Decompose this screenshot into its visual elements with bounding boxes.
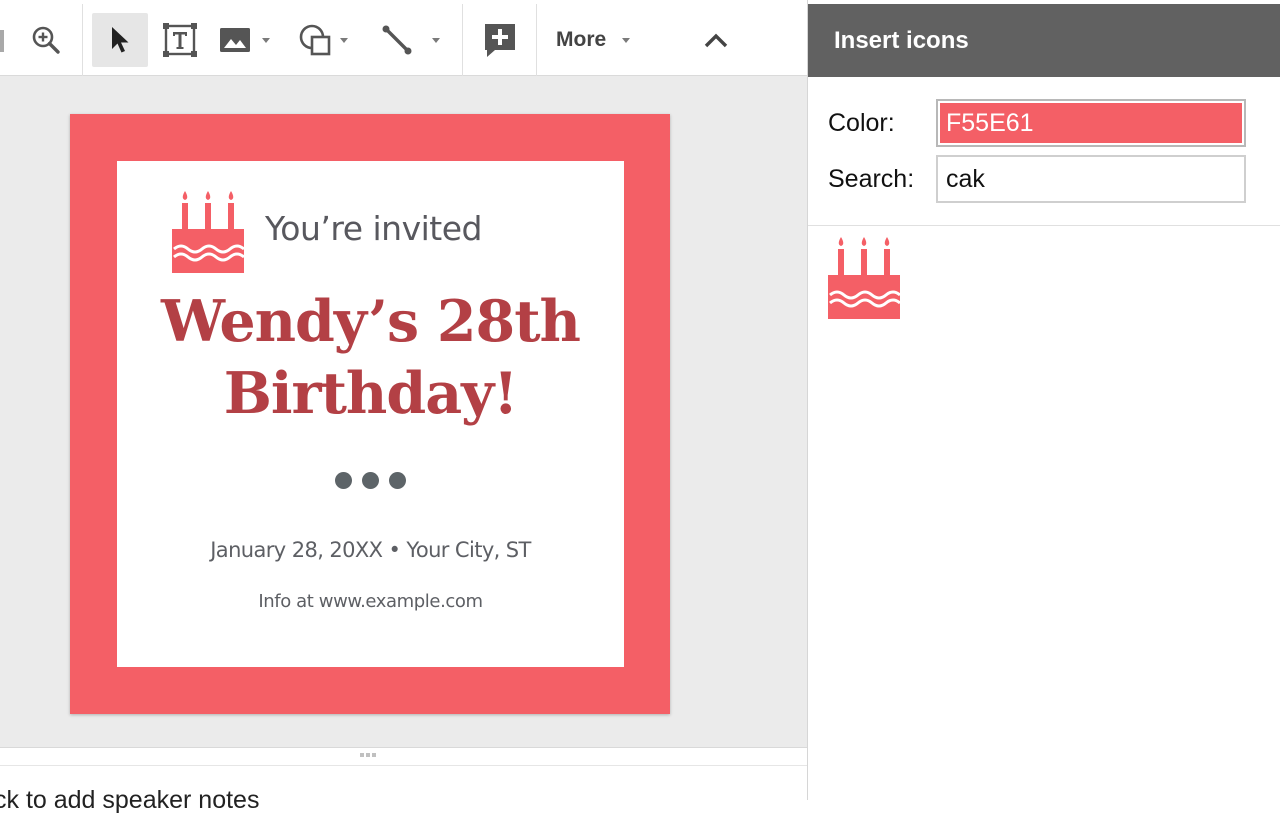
line-icon [380,23,414,57]
title-line-1: Wendy’s 28th [160,288,581,355]
search-input[interactable] [936,155,1246,203]
shape-dropdown-caret-icon [340,37,348,43]
text-box-button[interactable] [156,13,204,67]
collapse-toolbar-button[interactable] [690,13,742,67]
notes-resize-handle[interactable] [360,753,376,757]
add-comment-icon [483,22,517,58]
notes-divider [0,747,807,748]
image-button[interactable] [212,13,282,67]
image-icon [218,25,252,55]
color-label: Color: [828,109,895,137]
birthday-cake-icon[interactable] [828,237,901,324]
search-label: Search: [828,165,915,193]
title-line-2: Birthday! [223,360,519,427]
shape-icon [298,23,332,57]
toolbar-separator [536,4,537,76]
dot [335,472,352,489]
line-dropdown-caret-icon [432,37,440,43]
toolbar-separator [82,4,83,76]
slide-content-area: You’re invited Wendy’s 28th Birthday! Ja… [117,161,624,667]
add-comment-button[interactable] [474,13,526,67]
image-dropdown-caret-icon [262,37,270,43]
decorative-dots [335,472,406,489]
zoom-button[interactable] [18,13,74,67]
more-dropdown-caret-icon [622,37,631,43]
toolbar-left-edge [0,30,4,52]
more-button[interactable]: More [548,13,648,67]
date-location-text[interactable]: January 28, 20XX • Your City, ST [117,538,624,562]
dot [362,472,379,489]
select-tool-button[interactable] [92,13,148,67]
more-label: More [556,28,607,51]
toolbar-separator [462,4,463,76]
slide-title[interactable]: Wendy’s 28th Birthday! [117,286,624,430]
notes-top-line [0,765,807,766]
text-box-icon [162,22,198,58]
panel-separator [808,225,1280,226]
line-button[interactable] [374,13,454,67]
zoom-in-icon [30,24,62,56]
shape-button[interactable] [292,13,362,67]
slide[interactable]: You’re invited Wendy’s 28th Birthday! Ja… [70,114,670,714]
chevron-up-icon [703,31,729,49]
slide-canvas[interactable]: You’re invited Wendy’s 28th Birthday! Ja… [0,76,807,748]
insert-icons-panel: Insert icons Color: Search: [808,0,1280,800]
cursor-arrow-icon [108,25,132,55]
dot [389,472,406,489]
birthday-cake-icon[interactable] [172,191,245,278]
info-text[interactable]: Info at www.example.com [117,591,624,612]
toolbar: More [0,0,807,76]
invite-text[interactable]: You’re invited [265,209,482,248]
speaker-notes-placeholder[interactable]: ck to add speaker notes [0,786,259,815]
panel-title: Insert icons [808,4,1280,77]
color-field[interactable] [936,99,1246,147]
